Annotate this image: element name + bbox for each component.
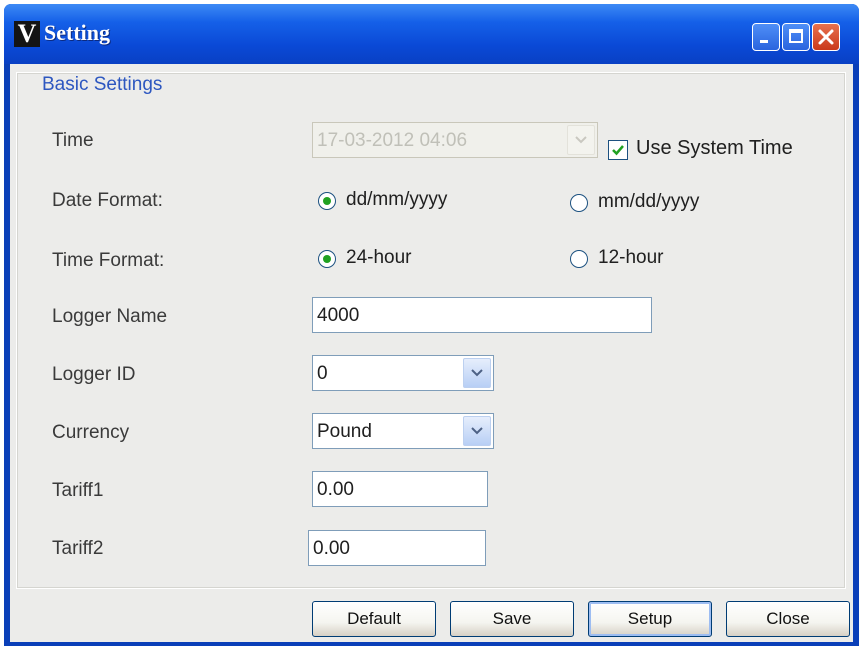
checkmark-icon: [612, 145, 624, 156]
maximize-button[interactable]: [782, 23, 810, 51]
radio-selected-dot: [323, 197, 331, 205]
tariff1-label: Tariff1: [52, 480, 104, 501]
time-format-24h-label[interactable]: 24-hour: [346, 247, 412, 269]
use-system-time-label[interactable]: Use System Time: [636, 137, 793, 160]
date-format-ddmmyyyy-radio[interactable]: [318, 192, 336, 210]
maximize-icon: [789, 29, 803, 43]
minimize-button[interactable]: [752, 23, 780, 51]
date-format-label: Date Format:: [52, 190, 163, 211]
logger-id-dropdown-arrow[interactable]: [463, 358, 491, 388]
radio-selected-dot: [323, 255, 331, 263]
date-format-mmddyyyy-radio[interactable]: [570, 194, 588, 212]
tariff2-input[interactable]: 0.00: [308, 530, 486, 566]
currency-dropdown-arrow[interactable]: [463, 416, 491, 446]
tariff2-label: Tariff2: [52, 538, 104, 559]
currency-value: Pound: [317, 421, 372, 442]
app-logo-icon: V: [14, 21, 40, 47]
close-window-button[interactable]: [812, 23, 840, 51]
minimize-icon: [760, 40, 768, 43]
logger-id-select[interactable]: 0: [312, 355, 494, 391]
chevron-down-icon: [471, 427, 483, 435]
date-format-mmddyyyy-label[interactable]: mm/dd/yyyy: [598, 191, 699, 213]
use-system-time-checkbox[interactable]: [608, 140, 628, 160]
time-select: 17-03-2012 04:06: [312, 122, 598, 158]
title-bar[interactable]: V Setting: [4, 4, 859, 64]
logger-name-label: Logger Name: [52, 306, 168, 327]
time-format-24h-radio[interactable]: [318, 250, 336, 268]
dialog-body: Basic Settings Time 17-03-2012 04:06 Use…: [10, 64, 853, 642]
default-button[interactable]: Default: [312, 601, 436, 637]
chevron-down-icon: [471, 369, 483, 377]
logger-name-input[interactable]: 4000: [312, 297, 652, 333]
date-format-ddmmyyyy-label[interactable]: dd/mm/yyyy: [346, 189, 447, 211]
tariff2-value: 0.00: [313, 538, 350, 559]
close-button[interactable]: Close: [726, 601, 850, 637]
setup-button[interactable]: Setup: [588, 601, 712, 637]
time-format-12h-label[interactable]: 12-hour: [598, 247, 664, 269]
group-title: Basic Settings: [42, 74, 163, 95]
time-label: Time: [52, 130, 94, 151]
time-format-12h-radio[interactable]: [570, 250, 588, 268]
time-format-label: Time Format:: [52, 250, 165, 271]
currency-select[interactable]: Pound: [312, 413, 494, 449]
currency-label: Currency: [52, 422, 130, 443]
settings-window: V Setting Basic Settings Time 17-03-2012…: [4, 4, 859, 646]
time-dropdown-arrow: [567, 125, 595, 155]
tariff1-input[interactable]: 0.00: [312, 471, 488, 507]
time-value: 17-03-2012 04:06: [317, 130, 468, 151]
save-button[interactable]: Save: [450, 601, 574, 637]
close-icon: [818, 29, 834, 45]
window-title: Setting: [44, 20, 110, 45]
chevron-down-icon: [575, 136, 587, 144]
logger-id-value: 0: [317, 363, 328, 384]
logger-id-label: Logger ID: [52, 364, 136, 385]
tariff1-value: 0.00: [317, 479, 354, 500]
logger-name-value: 4000: [317, 305, 360, 326]
